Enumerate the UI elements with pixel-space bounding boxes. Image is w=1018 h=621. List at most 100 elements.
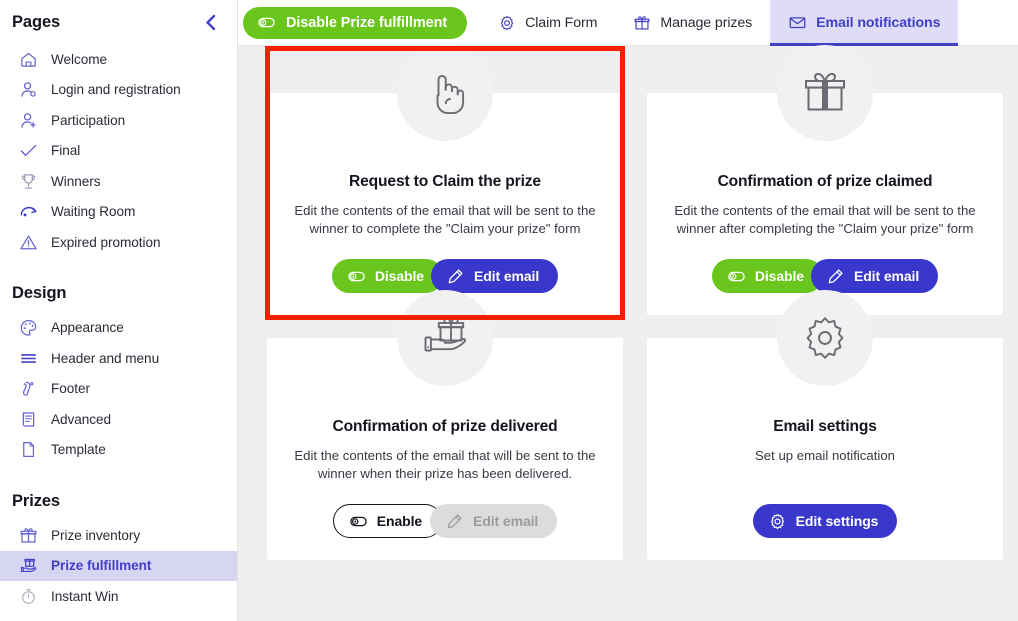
sidebar-item-label: Final bbox=[51, 143, 81, 159]
enable-button[interactable]: Enable bbox=[332, 504, 443, 538]
sidebar-item-prize-inventory[interactable]: Prize inventory bbox=[0, 520, 237, 551]
sidebar-item-label: Waiting Room bbox=[51, 204, 136, 220]
sidebar-item-label: Prize fulfillment bbox=[51, 558, 152, 574]
page-icon bbox=[18, 439, 39, 460]
card-description: Edit the contents of the email that will… bbox=[674, 203, 976, 236]
sidebar-item-participation[interactable]: Participation bbox=[0, 105, 237, 136]
sidebar-item-expired-promotion[interactable]: Expired promotion bbox=[0, 227, 237, 258]
tab-label: Claim Form bbox=[525, 14, 598, 31]
sidebar-item-footer[interactable]: Footer bbox=[0, 374, 237, 405]
sidebar-item-label: Advanced bbox=[51, 411, 112, 427]
home-icon bbox=[18, 49, 39, 70]
tab-email-notifications[interactable]: Email notifications bbox=[770, 0, 959, 46]
card-title: Email settings bbox=[773, 418, 877, 435]
check-icon bbox=[18, 140, 39, 161]
sidebar-item-prize-fulfillment[interactable]: Prize fulfillment bbox=[0, 550, 237, 581]
sidebar-item-template[interactable]: Template bbox=[0, 435, 237, 466]
tab-claim-form[interactable]: Claim Form bbox=[480, 0, 615, 45]
card-actions: Enable Edit email bbox=[267, 504, 623, 538]
card-description: Set up email notification bbox=[754, 448, 895, 463]
user-add-icon bbox=[18, 110, 39, 131]
sidebar-item-label: Participation bbox=[51, 112, 126, 128]
gift-box-icon bbox=[777, 45, 873, 141]
disable-button-label: Disable bbox=[374, 268, 424, 284]
disable-button[interactable]: Disable bbox=[711, 259, 823, 293]
sidebar-item-label: Welcome bbox=[51, 51, 108, 67]
sidebar-item-label: Prize inventory bbox=[51, 527, 141, 543]
sidebar-item-winners[interactable]: Winners bbox=[0, 166, 237, 197]
card-actions: Disable Edit email bbox=[647, 259, 1003, 293]
disable-button[interactable]: Disable bbox=[331, 259, 443, 293]
sidebar-item-advanced[interactable]: Advanced bbox=[0, 404, 237, 435]
edit-email-button[interactable]: Edit email bbox=[810, 259, 939, 293]
gear-icon bbox=[768, 512, 787, 531]
card-description: Edit the contents of the email that will… bbox=[294, 448, 596, 481]
tab-label: Manage prizes bbox=[660, 14, 753, 31]
sidebar-item-label: Appearance bbox=[51, 320, 124, 336]
email-notification-cards-grid: Request to Claim the prize Edit the cont… bbox=[238, 45, 1018, 560]
sidebar-item-header-and-menu[interactable]: Header and menu bbox=[0, 343, 237, 374]
sidebar-item-instant-win[interactable]: Instant Win bbox=[0, 581, 237, 612]
edit-email-button-label: Edit email bbox=[853, 268, 920, 284]
sidebar-item-label: Winners bbox=[51, 173, 101, 189]
gear-icon bbox=[777, 290, 873, 386]
card-description: Edit the contents of the email that will… bbox=[294, 203, 596, 236]
gear-icon bbox=[498, 14, 516, 32]
palette-icon bbox=[18, 317, 39, 338]
trophy-icon bbox=[18, 171, 39, 192]
tab-manage-prizes[interactable]: Manage prizes bbox=[615, 0, 770, 45]
card-title: Request to Claim the prize bbox=[349, 173, 541, 190]
sidebar-section-design-header: Design bbox=[0, 275, 237, 313]
top-tab-bar: Disable Prize fulfillment Claim Form Man… bbox=[238, 0, 1018, 46]
chevron-left-icon[interactable] bbox=[199, 11, 221, 33]
user-login-icon bbox=[18, 79, 39, 100]
sidebar-section-prizes-header: Prizes bbox=[0, 482, 237, 520]
sidebar-item-label: Header and menu bbox=[51, 350, 160, 366]
disable-button-label: Disable bbox=[754, 268, 804, 284]
footer-icon bbox=[18, 378, 39, 399]
sidebar-item-label: Expired promotion bbox=[51, 234, 161, 250]
gift-icon bbox=[633, 14, 651, 32]
sidebar-section-pages-header: Pages bbox=[0, 0, 237, 44]
envelope-icon bbox=[788, 13, 807, 32]
card-email-settings: Email settings Set up email notification… bbox=[647, 290, 1003, 560]
waiting-room-icon bbox=[18, 201, 39, 222]
sidebar-item-label: Template bbox=[51, 442, 106, 458]
sidebar-item-welcome[interactable]: Welcome bbox=[0, 44, 237, 75]
gift-hand-icon bbox=[397, 290, 493, 386]
gift-hand-icon bbox=[18, 555, 39, 576]
pencil-icon bbox=[446, 267, 465, 286]
sidebar-section-title: Design bbox=[12, 284, 67, 302]
toggle-off-icon bbox=[349, 512, 368, 531]
menu-lines-icon bbox=[18, 348, 39, 369]
sidebar-item-waiting-room[interactable]: Waiting Room bbox=[0, 197, 237, 228]
card-body: Confirmation of prize delivered Edit the… bbox=[267, 290, 623, 560]
sidebar-item-appearance[interactable]: Appearance bbox=[0, 313, 237, 344]
card-title: Confirmation of prize claimed bbox=[717, 173, 933, 190]
card-confirmation-of-prize-delivered: Confirmation of prize delivered Edit the… bbox=[267, 290, 623, 560]
card-body: Confirmation of prize claimed Edit the c… bbox=[647, 45, 1003, 315]
enable-button-label: Enable bbox=[376, 513, 423, 529]
app-root: Pages Welcome Login and registration Par… bbox=[0, 0, 1018, 621]
edit-settings-button-label: Edit settings bbox=[795, 513, 879, 529]
edit-email-button-label: Edit email bbox=[473, 513, 539, 529]
card-actions: Disable Edit email bbox=[267, 259, 623, 293]
card-body: Request to Claim the prize Edit the cont… bbox=[267, 45, 623, 315]
tab-label: Email notifications bbox=[816, 14, 941, 31]
sidebar-item-login-and-registration[interactable]: Login and registration bbox=[0, 75, 237, 106]
warning-triangle-icon bbox=[18, 232, 39, 253]
toggle-on-icon bbox=[727, 267, 746, 286]
disable-prize-fulfillment-button[interactable]: Disable Prize fulfillment bbox=[243, 6, 468, 39]
sidebar-item-label: Footer bbox=[51, 381, 90, 397]
sidebar-item-label: Login and registration bbox=[51, 82, 181, 98]
disable-prize-fulfillment-label: Disable Prize fulfillment bbox=[286, 14, 448, 31]
document-code-icon bbox=[18, 409, 39, 430]
edit-email-button[interactable]: Edit email bbox=[430, 259, 559, 293]
card-body: Email settings Set up email notification… bbox=[647, 290, 1003, 560]
edit-settings-button[interactable]: Edit settings bbox=[752, 504, 898, 538]
pencil-icon bbox=[445, 512, 464, 531]
stopwatch-icon bbox=[18, 586, 39, 607]
sidebar-item-final[interactable]: Final bbox=[0, 136, 237, 167]
edit-email-button-label: Edit email bbox=[473, 268, 540, 284]
